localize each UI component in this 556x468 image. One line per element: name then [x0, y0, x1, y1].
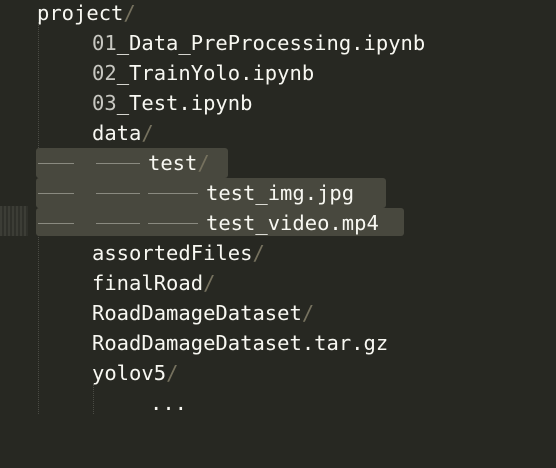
- tree-item-line[interactable]: 03_Test.ipynb: [0, 88, 556, 118]
- folder-name: finalRoad/: [92, 271, 216, 295]
- tree-item-line[interactable]: test/: [0, 148, 556, 178]
- tree-item-line[interactable]: yolov5/: [0, 358, 556, 388]
- tree-item-line[interactable]: assortedFiles/: [0, 238, 556, 268]
- file-name: test_video.mp4: [206, 211, 379, 235]
- folder-name: data/: [92, 121, 154, 145]
- file-name: 02_TrainYolo.ipynb: [92, 61, 315, 85]
- tree-connector: [96, 163, 140, 164]
- tree-root-line[interactable]: project/: [0, 0, 556, 28]
- code-editor[interactable]: project/ 01_Data_PreProcessing.ipynb 02_…: [0, 0, 556, 468]
- file-name: RoadDamageDataset.tar.gz: [92, 331, 389, 355]
- tree-connector: [148, 223, 198, 224]
- folder-name: yolov5/: [92, 361, 179, 385]
- tree-item-line[interactable]: ...: [0, 388, 556, 418]
- tree-root-name: project/: [37, 1, 136, 25]
- tree-connector: [148, 193, 198, 194]
- folder-name: assortedFiles/: [92, 241, 265, 265]
- folder-name: RoadDamageDataset/: [92, 301, 315, 325]
- tree-item-line[interactable]: RoadDamageDataset/: [0, 298, 556, 328]
- folder-name: test/: [148, 151, 210, 175]
- tree-item-line[interactable]: 02_TrainYolo.ipynb: [0, 58, 556, 88]
- file-name: 01_Data_PreProcessing.ipynb: [92, 31, 426, 55]
- tree-item-line[interactable]: test_video.mp4: [0, 208, 556, 238]
- tree-item-line[interactable]: RoadDamageDataset.tar.gz: [0, 328, 556, 358]
- tree-connector: [38, 193, 74, 194]
- tree-connector: [38, 163, 74, 164]
- ellipsis: ...: [150, 391, 188, 415]
- tree-item-line[interactable]: data/: [0, 118, 556, 148]
- tree-connector: [38, 223, 74, 224]
- file-name: 03_Test.ipynb: [92, 91, 253, 115]
- tree-item-line[interactable]: 01_Data_PreProcessing.ipynb: [0, 28, 556, 58]
- tree-connector: [96, 223, 140, 224]
- file-name: test_img.jpg: [206, 181, 355, 205]
- tree-connector: [96, 193, 140, 194]
- tree-item-line[interactable]: finalRoad/: [0, 268, 556, 298]
- tree-item-line[interactable]: test_img.jpg: [0, 178, 556, 208]
